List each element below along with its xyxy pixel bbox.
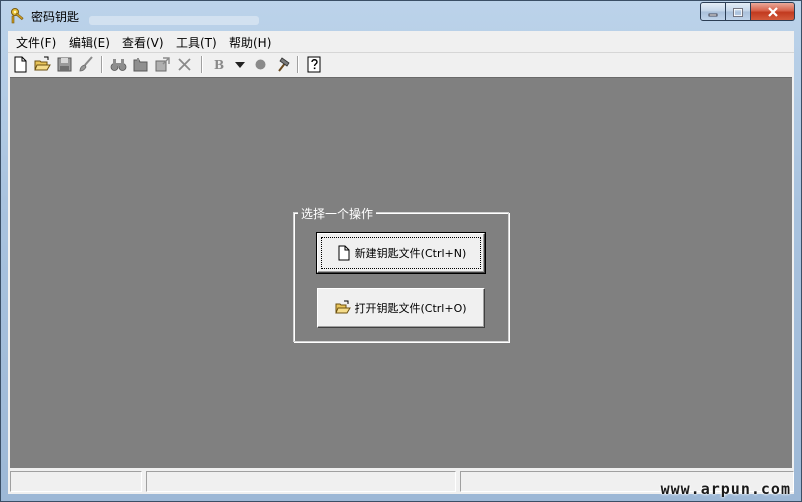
window-controls (700, 2, 795, 22)
help-icon[interactable] (305, 55, 324, 74)
toolbar-separator (297, 56, 299, 73)
client-area: 文件(F) 编辑(E) 查看(V) 工具(T) 帮助(H) B 选择一个操作 新… (8, 31, 794, 494)
window-title: 密码钥匙 (31, 10, 80, 24)
key-icon (9, 7, 27, 25)
save-icon[interactable] (55, 55, 74, 74)
delete-icon[interactable] (175, 55, 194, 74)
action-groupbox: 选择一个操作 新建钥匙文件(Ctrl+N) 打开钥匙文件(Ctrl+O) (293, 205, 509, 342)
title-bar[interactable]: 密码钥匙 (1, 1, 801, 31)
menu-tools[interactable]: 工具(T) (176, 34, 217, 51)
minimize-icon (708, 2, 718, 21)
open-key-file-button[interactable]: 打开钥匙文件(Ctrl+O) (317, 288, 485, 328)
menu-help[interactable]: 帮助(H) (229, 34, 271, 51)
bold-label: B (214, 58, 224, 72)
menu-file[interactable]: 文件(F) (16, 34, 56, 51)
maximize-icon (733, 2, 743, 21)
folder-icon[interactable] (131, 55, 150, 74)
watermark: www.arpun.com (660, 480, 791, 498)
close-icon (767, 2, 779, 21)
workspace: 选择一个操作 新建钥匙文件(Ctrl+N) 打开钥匙文件(Ctrl+O) (10, 77, 792, 469)
new-key-file-button[interactable]: 新建钥匙文件(Ctrl+N) (316, 232, 486, 274)
app-window: 密码钥匙 文件(F) 编辑(E) 查看(V) 工具(T) 帮助(H) B 选择一… (0, 0, 802, 502)
toolbar-separator (101, 56, 103, 73)
open-folder-icon[interactable] (33, 55, 52, 74)
status-pane (146, 471, 456, 492)
bold-icon[interactable]: B (209, 55, 228, 74)
open-key-file-label: 打开钥匙文件(Ctrl+O) (354, 302, 467, 315)
status-pane (10, 471, 142, 492)
groupbox-title: 选择一个操作 (298, 205, 377, 222)
maximize-button[interactable] (726, 2, 751, 21)
close-button[interactable] (751, 2, 795, 21)
toolbar-separator (201, 56, 203, 73)
dot-icon[interactable] (251, 55, 270, 74)
toolbar: B (8, 53, 794, 76)
brush-icon[interactable] (77, 55, 96, 74)
properties-icon[interactable] (153, 55, 172, 74)
dropdown-arrow-icon[interactable] (231, 55, 250, 74)
new-file-icon[interactable] (11, 55, 30, 74)
focus-rectangle (321, 237, 481, 269)
menu-bar: 文件(F) 编辑(E) 查看(V) 工具(T) 帮助(H) (8, 31, 794, 53)
menu-edit[interactable]: 编辑(E) (69, 34, 110, 51)
binoculars-icon[interactable] (109, 55, 128, 74)
minimize-button[interactable] (700, 2, 726, 21)
title-glare (89, 16, 259, 25)
menu-view[interactable]: 查看(V) (122, 34, 164, 51)
hammer-icon[interactable] (273, 55, 292, 74)
open-folder-icon (335, 300, 352, 316)
